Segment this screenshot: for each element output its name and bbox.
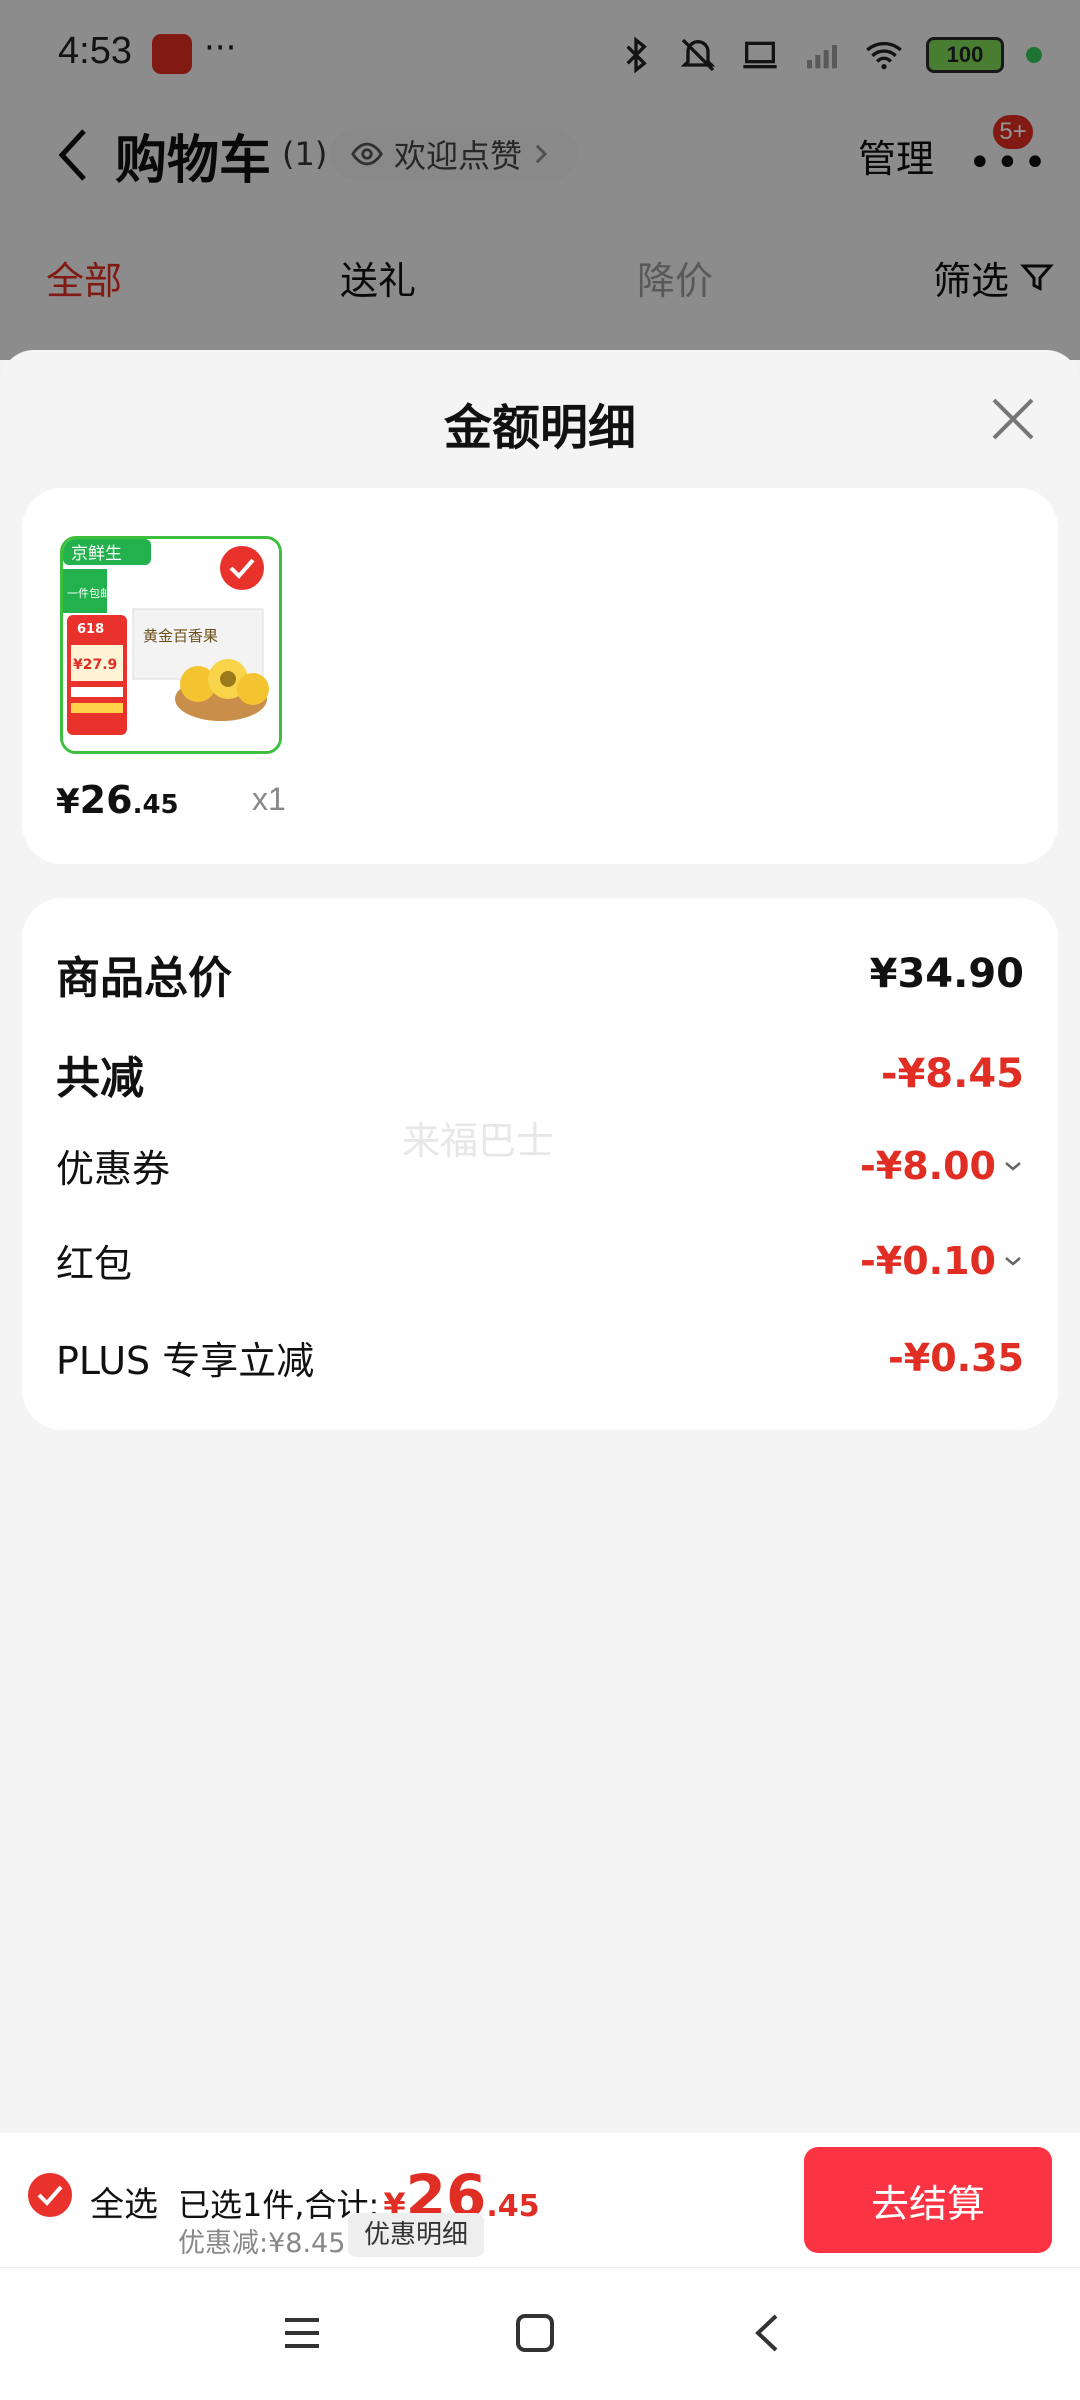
select-all-check-icon[interactable] [26, 2171, 74, 2219]
brand-tag: 京鲜生 [71, 544, 122, 564]
promo-price: ¥27.9 [73, 657, 117, 673]
total-value: ¥34.90 [869, 951, 1024, 997]
product-card: 京鲜生 一件包邮 618 ¥27.9 黄金百香果 ¥26.45 x1 [22, 488, 1058, 864]
reduce-row: 共减 -¥8.45 [56, 1042, 1024, 1106]
watermark: 来福巴士 [402, 1119, 555, 1163]
total-row: 商品总价 ¥34.90 [56, 942, 1024, 1006]
redpacket-label: 红包 [56, 1242, 133, 1286]
plus-value: -¥0.35 [888, 1335, 1024, 1380]
check-circle-icon[interactable] [218, 544, 266, 592]
home-icon[interactable] [510, 2308, 560, 2358]
total-label: 商品总价 [56, 953, 232, 1004]
product-price-dec: .45 [132, 790, 179, 820]
checkout-bar: 全选 已选1件,合计: ¥ 26 .45 优惠减:¥8.45 优惠明细 去结算 [0, 2133, 1080, 2267]
chevron-down-icon [1005, 1256, 1021, 1266]
close-icon[interactable] [988, 394, 1038, 444]
coupon-value-wrap: -¥8.00 [860, 1144, 1024, 1188]
redpacket-value: -¥0.10 [860, 1238, 996, 1283]
coupon-label: 优惠券 [56, 1147, 171, 1191]
product-name-label: 黄金百香果 [143, 627, 218, 645]
total-dec: .45 [486, 2189, 540, 2224]
reduce-label: 共减 [56, 1053, 144, 1104]
coupon-value: -¥8.00 [860, 1143, 996, 1188]
checkout-button[interactable]: 去结算 [804, 2147, 1052, 2253]
select-all-label[interactable]: 全选 [90, 2177, 158, 2226]
plus-label: PLUS 专享立减 [56, 1339, 315, 1383]
product-price-int: 26 [79, 778, 133, 822]
reduce-value: -¥8.45 [880, 1051, 1024, 1097]
sale-tag: 618 [77, 622, 104, 637]
screen: 4:53 ··· 100 购物车 (1) 欢迎点赞 管理 ••• 5+ 全部 送… [0, 0, 1080, 2400]
redpacket-row[interactable]: 红包 -¥0.10 [56, 1233, 1024, 1288]
product-price-yen: ¥ [56, 782, 80, 822]
chevron-down-icon [1005, 1161, 1021, 1171]
free-shipping-tag: 一件包邮 [67, 587, 111, 600]
discount-text: 优惠减:¥8.45 [178, 2228, 346, 2259]
menu-icon[interactable] [277, 2308, 327, 2358]
product-quantity: x1 [252, 781, 286, 817]
redpacket-value-wrap: -¥0.10 [860, 1239, 1024, 1283]
sheet-title: 金额明细 [443, 400, 636, 456]
discount-detail-button[interactable]: 优惠明细 [348, 2213, 485, 2257]
product-price: ¥26.45 [56, 778, 179, 822]
plus-row: PLUS 专享立减 -¥0.35 [56, 1330, 1024, 1385]
back-nav-icon[interactable] [744, 2308, 794, 2358]
amount-detail-sheet: 金额明细 京鲜生 一件包邮 618 ¥27.9 黄金百香果 ¥26.45 x1 … [0, 350, 1080, 2135]
system-nav-bar [0, 2267, 1080, 2400]
dim-overlay[interactable] [0, 0, 1080, 360]
